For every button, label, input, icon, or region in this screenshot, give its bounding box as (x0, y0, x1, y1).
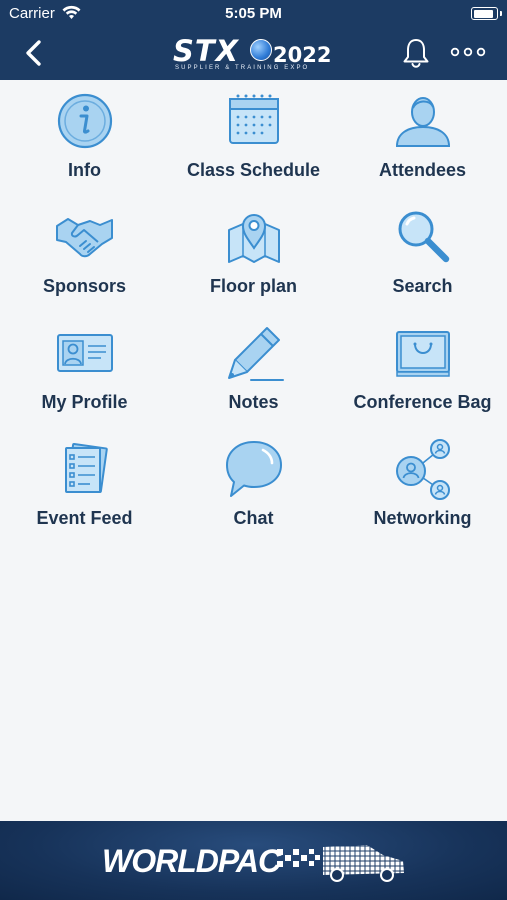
logo-subtitle: SUPPLIER & TRAINING EXPO (175, 65, 310, 71)
menu-tile-networking[interactable]: Networking (338, 428, 507, 544)
menu-tile-notes[interactable]: Notes (169, 312, 338, 428)
menu-label: Search (392, 276, 453, 296)
menu-label: Chat (233, 508, 274, 528)
menu-label: Attendees (378, 160, 467, 180)
menu-label: Networking (373, 508, 472, 528)
menu-tile-event-feed[interactable]: Event Feed (0, 428, 169, 544)
menu-tile-my-profile[interactable]: My Profile (0, 312, 169, 428)
battery-level (473, 9, 494, 18)
more-dots-icon[interactable] (449, 42, 487, 62)
menu-tile-chat[interactable]: Chat (169, 428, 338, 544)
menu-label: Info (68, 160, 101, 180)
globe-icon (250, 39, 272, 61)
menu-label: Floor plan (210, 276, 297, 296)
logo-year: 2022 (273, 43, 332, 67)
document-stack-icon (65, 442, 108, 494)
worldpac-logo: WORLDPAC (102, 843, 281, 879)
bag-icon (396, 331, 450, 377)
menu-tile-info[interactable]: Info (0, 80, 169, 196)
person-icon (395, 97, 451, 147)
calendar-icon (229, 94, 279, 144)
stx-logo: STX 2022 SUPPLIER & TRAINING EXPO (171, 34, 337, 74)
bell-icon[interactable] (401, 37, 431, 69)
menu-label: Conference Bag (353, 392, 492, 412)
network-icon (396, 439, 450, 500)
checkered-car-icon (277, 845, 404, 882)
status-bar: Carrier 5:05 PM (0, 0, 507, 28)
menu-tile-class-schedule[interactable]: Class Schedule (169, 80, 338, 196)
menu-label: Class Schedule (186, 160, 321, 180)
menu-label: Sponsors (42, 276, 126, 296)
info-icon (57, 93, 113, 149)
battery-icon (471, 7, 502, 20)
menu-label: Notes (228, 392, 279, 412)
menu-tile-attendees[interactable]: Attendees (338, 80, 507, 196)
menu-label: Event Feed (36, 508, 133, 528)
magnifier-icon (398, 211, 450, 263)
handshake-icon (56, 218, 113, 258)
back-chevron-icon[interactable] (20, 38, 48, 68)
menu-tile-sponsors[interactable]: Sponsors (0, 196, 169, 312)
logo-main: STX (173, 34, 240, 68)
menu-tile-search[interactable]: Search (338, 196, 507, 312)
menu-tile-floor-plan[interactable]: Floor plan (169, 196, 338, 312)
map-pin-icon (228, 214, 280, 263)
pen-icon (228, 327, 284, 381)
footer-banner: WORLDPAC (0, 821, 507, 900)
nav-bar: STX 2022 SUPPLIER & TRAINING EXPO (0, 28, 507, 80)
chat-bubble-icon (226, 441, 282, 497)
clock: 5:05 PM (225, 5, 282, 22)
id-card-icon (57, 334, 113, 372)
top-bar: Carrier 5:05 PM STX 2022 SUPPLIER & TRAI… (0, 0, 507, 80)
menu-label: My Profile (41, 392, 128, 412)
menu-tile-conference-bag[interactable]: Conference Bag (338, 312, 507, 428)
